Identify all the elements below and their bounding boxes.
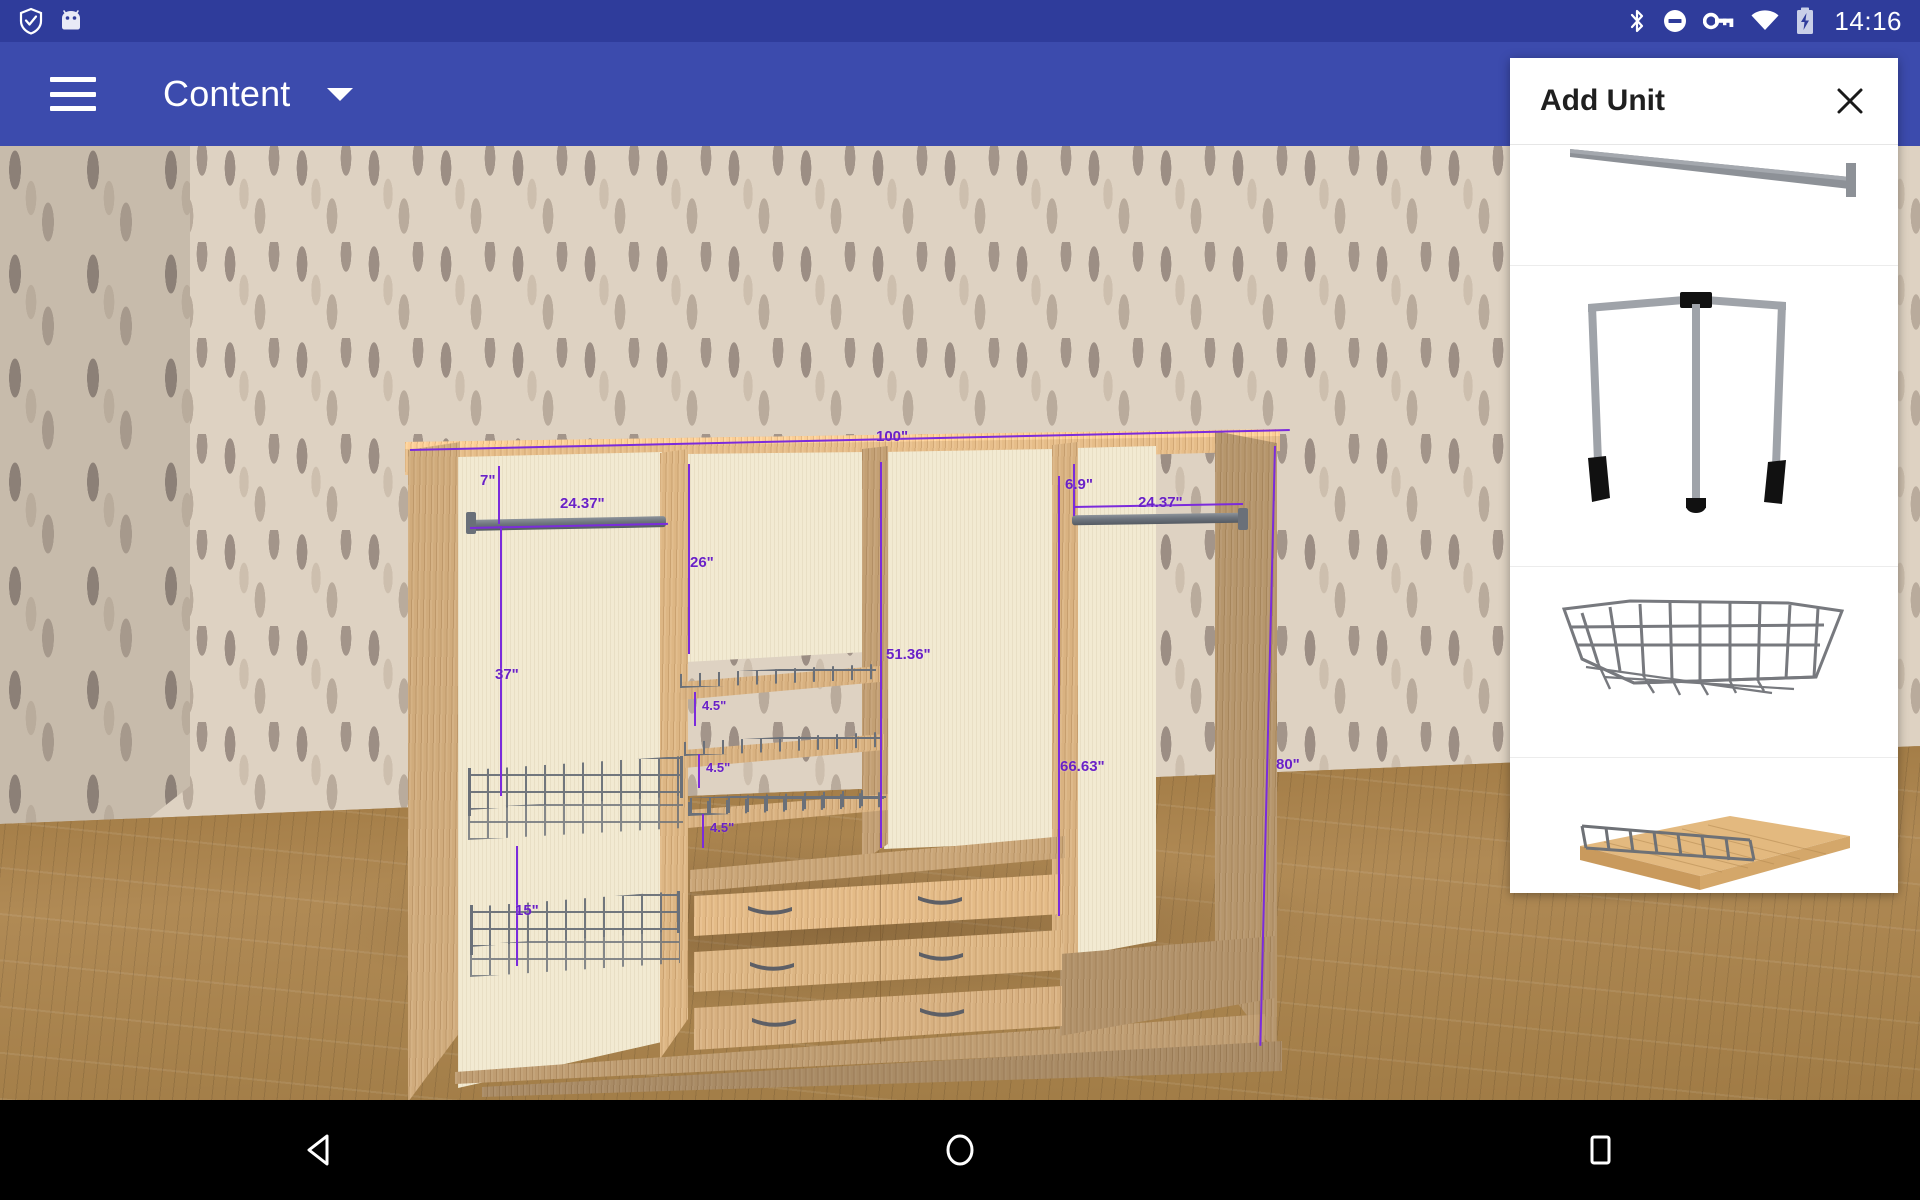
dim-label-right-rod: 24.37": [1138, 494, 1183, 511]
vpn-key-icon: [1703, 12, 1734, 30]
rod-left-bracket: [466, 512, 476, 534]
dim-label-right-section: 66.63": [1060, 758, 1105, 775]
closet-left-side-panel: [408, 442, 460, 1100]
drawer-handle-1[interactable]: [746, 904, 794, 918]
square-recents-icon: [1590, 1135, 1611, 1165]
dim-line-shelf-gap-2: [698, 754, 700, 788]
triangle-back-icon: [307, 1134, 329, 1166]
bluetooth-icon: [1631, 9, 1644, 33]
dim-label-shelf-gap-1: 4.5": [702, 698, 727, 713]
drawer-bank: [694, 864, 1062, 1050]
status-bar: 14:16: [0, 0, 1920, 42]
add-unit-item-shelf-rack[interactable]: [1510, 758, 1898, 893]
dim-label-center-section: 51.36": [886, 646, 931, 663]
android-nav-bar: [0, 1100, 1920, 1200]
add-unit-header: Add Unit: [1510, 58, 1898, 144]
drawer-handle-2[interactable]: [748, 960, 796, 974]
android-robot-icon: [62, 10, 80, 30]
dim-line-shelf-gap-1: [694, 692, 696, 726]
add-unit-panel: Add Unit: [1510, 58, 1898, 893]
dim-label-shelf-gap-2: 4.5": [706, 760, 731, 775]
dim-label-left-rod: 24.37": [560, 495, 605, 512]
add-unit-item-wardrobe-lift[interactable]: [1510, 266, 1898, 566]
dim-label-overall-height: 80": [1276, 756, 1300, 773]
app-root: 14:16 Content 100" 7" 24.37" 37" 15" 26"…: [0, 0, 1920, 1200]
do-not-disturb-icon: [1664, 10, 1687, 32]
shelf-rack-icon: [1580, 816, 1850, 890]
dim-label-left-basket-gap: 15": [515, 902, 539, 919]
dim-label-left-hang: 37": [495, 666, 519, 683]
dim-line-shelf-gap-3: [702, 814, 704, 848]
wire-basket-icon: [1561, 599, 1845, 696]
back-button[interactable]: [260, 1100, 380, 1200]
dim-label-shelf-gap-3: 4.5": [710, 820, 735, 835]
wardrobe-lift-icon: [1588, 292, 1786, 513]
dim-line-center-section: [880, 462, 882, 848]
closet-rod-icon: [1570, 149, 1856, 197]
wire-basket-left-lower[interactable]: [470, 891, 680, 977]
wire-basket-center[interactable]: [690, 789, 886, 819]
add-unit-item-hanging-rod[interactable]: [1510, 145, 1898, 265]
status-bar-clock: 14:16: [1834, 5, 1902, 36]
dim-line-left-top-gap: [498, 466, 500, 524]
app-bar-title: Content: [163, 73, 291, 114]
battery-charging-icon: [1797, 7, 1814, 34]
dim-label-right-top-gap: 6.9": [1065, 476, 1093, 493]
status-bar-left-icons: [0, 7, 84, 35]
recents-button[interactable]: [1540, 1100, 1660, 1200]
add-unit-title: Add Unit: [1540, 84, 1665, 117]
drawer-handle-6[interactable]: [918, 1006, 966, 1020]
rod-right-bracket: [1238, 508, 1248, 530]
dim-label-overall-width: 100": [876, 428, 909, 445]
hamburger-menu-icon[interactable]: [50, 77, 96, 111]
home-button[interactable]: [900, 1100, 1020, 1200]
close-icon[interactable]: [1830, 81, 1870, 121]
drawer-handle-5[interactable]: [917, 950, 965, 964]
dim-line-left-hang: [500, 526, 502, 796]
circle-home-icon: [946, 1134, 974, 1166]
wifi-icon: [1751, 10, 1779, 30]
shield-check-icon: [19, 7, 43, 35]
dim-label-mid-upper: 26": [690, 554, 714, 571]
dim-line-right-section: [1058, 476, 1060, 916]
drawer-handle-3[interactable]: [750, 1016, 798, 1030]
add-unit-item-list[interactable]: [1510, 144, 1898, 893]
dim-label-left-top-gap: 7": [480, 472, 496, 489]
add-unit-item-wire-basket[interactable]: [1510, 567, 1898, 757]
chevron-down-icon[interactable]: [326, 87, 353, 101]
status-bar-right-icons: 14:16: [1627, 6, 1920, 37]
drawer-handle-4[interactable]: [916, 894, 964, 908]
